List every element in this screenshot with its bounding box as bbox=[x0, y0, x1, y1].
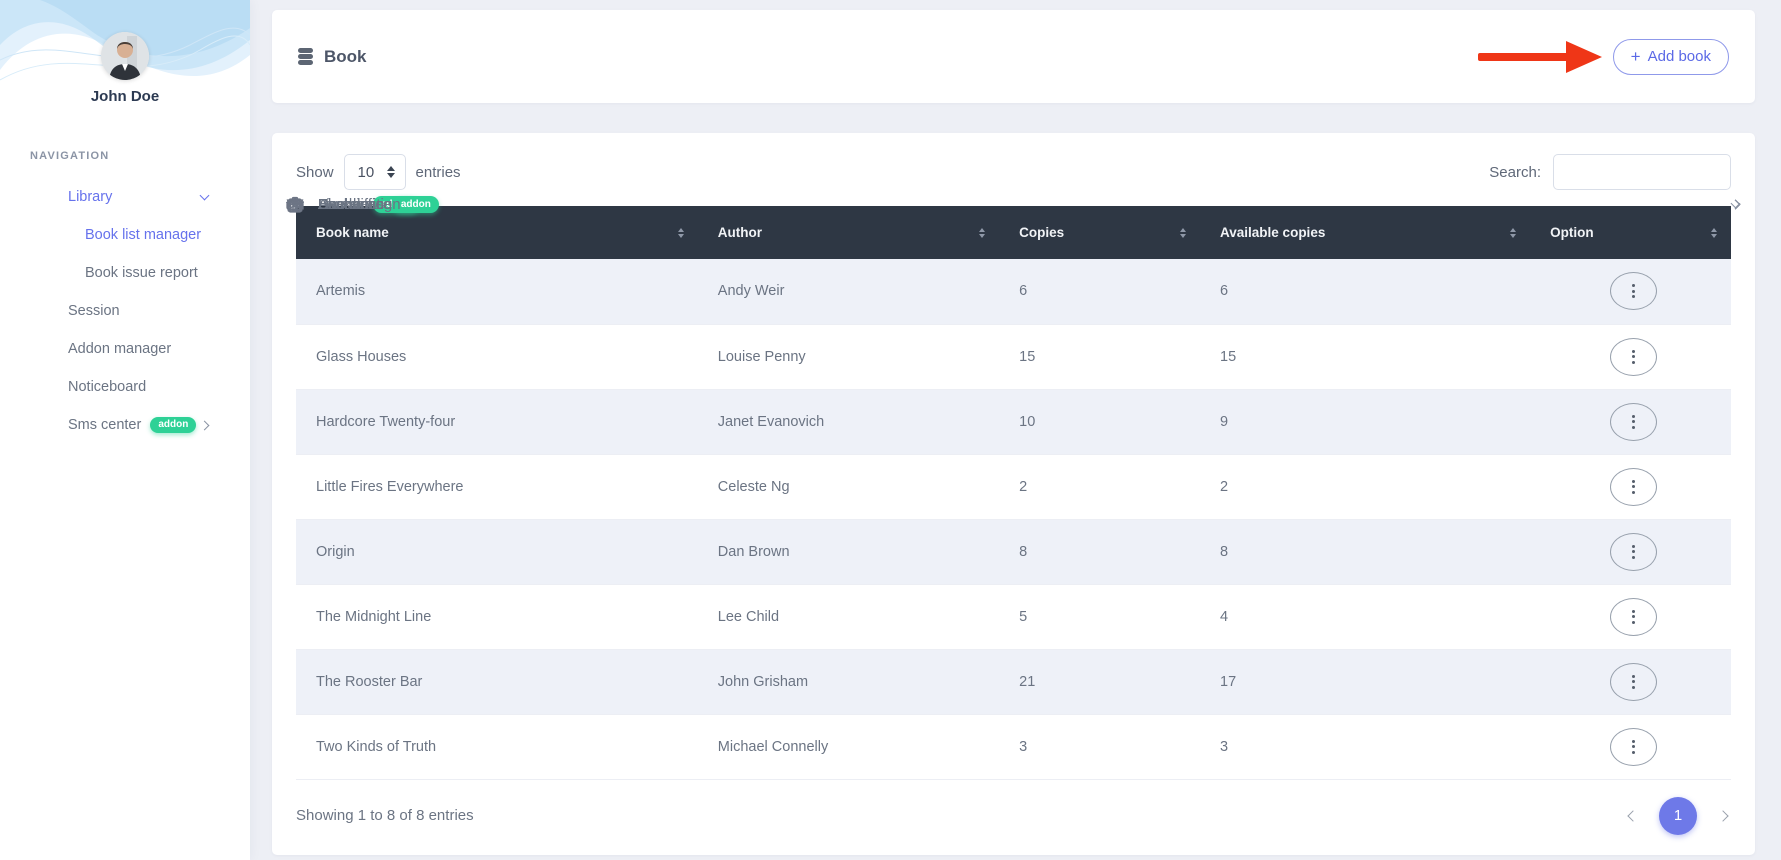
cell-book-name: Little Fires Everywhere bbox=[296, 454, 698, 520]
sidebar-item-label: Noticeboard bbox=[68, 379, 147, 395]
book-table: Book name Author Copies Available copies… bbox=[296, 206, 1731, 780]
row-options-button[interactable] bbox=[1610, 662, 1658, 701]
cell-book-name: The Midnight Line bbox=[296, 584, 698, 650]
sidebar-item-label: Back office bbox=[318, 196, 392, 213]
next-page-icon[interactable] bbox=[1717, 809, 1729, 822]
cell-book-name: Artemis bbox=[296, 259, 698, 325]
table-row: Origin Dan Brown 8 8 bbox=[296, 519, 1731, 585]
basket-icon bbox=[286, 196, 304, 214]
database-stack-icon bbox=[298, 48, 313, 65]
pagination: 1 bbox=[1627, 796, 1731, 835]
cell-copies: 2 bbox=[999, 454, 1201, 520]
row-options-button[interactable] bbox=[1610, 272, 1658, 311]
main-content: Book + Add book Show 10 entries Search: bbox=[250, 0, 1781, 860]
addon-badge: addon bbox=[150, 416, 197, 434]
table-row: Artemis Andy Weir 6 6 bbox=[296, 259, 1731, 325]
table-row: Glass Houses Louise Penny 15 15 bbox=[296, 324, 1731, 390]
page-number-button[interactable]: 1 bbox=[1659, 796, 1697, 835]
cell-author: Lee Child bbox=[697, 584, 1000, 650]
entries-summary: Showing 1 to 8 of 8 entries bbox=[296, 807, 474, 824]
row-options-button[interactable] bbox=[1610, 727, 1658, 766]
cell-author: John Grisham bbox=[697, 649, 1000, 715]
cell-book-name: The Rooster Bar bbox=[296, 649, 698, 715]
sidebar-item-book-list-manager[interactable]: Book list manager bbox=[0, 216, 250, 254]
cell-copies: 3 bbox=[999, 714, 1201, 780]
add-book-button[interactable]: + Add book bbox=[1612, 38, 1729, 75]
chevron-right-icon bbox=[199, 420, 210, 430]
cell-book-name: Glass Houses bbox=[296, 324, 698, 390]
cell-author: Michael Connelly bbox=[697, 714, 1000, 780]
table-row: Hardcore Twenty-four Janet Evanovich 10 … bbox=[296, 389, 1731, 455]
kebab-menu-icon bbox=[1632, 674, 1636, 689]
kebab-menu-icon bbox=[1632, 479, 1636, 494]
cell-available-copies: 15 bbox=[1200, 324, 1531, 390]
row-options-button[interactable] bbox=[1610, 337, 1658, 376]
plus-icon: + bbox=[1630, 47, 1641, 66]
kebab-menu-icon bbox=[1632, 414, 1636, 429]
table-row: The Midnight Line Lee Child 5 4 bbox=[296, 584, 1731, 650]
cell-available-copies: 4 bbox=[1200, 584, 1531, 650]
cell-available-copies: 6 bbox=[1200, 259, 1531, 325]
cell-copies: 6 bbox=[999, 259, 1201, 325]
cell-copies: 15 bbox=[999, 324, 1201, 390]
user-avatar[interactable] bbox=[101, 32, 149, 80]
cell-book-name: Two Kinds of Truth bbox=[296, 714, 698, 780]
sidebar-item-label: Book issue report bbox=[85, 265, 198, 281]
cell-author: Dan Brown bbox=[697, 519, 1000, 585]
table-footer: Showing 1 to 8 of 8 entries 1 bbox=[296, 794, 1731, 838]
sidebar-item-label: Addon manager bbox=[68, 341, 172, 357]
cell-book-name: Hardcore Twenty-four bbox=[296, 389, 698, 455]
kebab-menu-icon bbox=[1632, 284, 1636, 299]
cell-copies: 10 bbox=[999, 389, 1201, 455]
sidebar-item-sms-center[interactable]: Sms center addon bbox=[0, 406, 250, 444]
cell-book-name: Origin bbox=[296, 519, 698, 585]
cell-available-copies: 3 bbox=[1200, 714, 1531, 780]
chevron-down-icon bbox=[1730, 198, 1741, 208]
sidebar-item-addon-manager[interactable]: Addon manager bbox=[0, 330, 250, 368]
page-title: Book bbox=[324, 46, 367, 66]
cell-available-copies: 2 bbox=[1200, 454, 1531, 520]
sidebar-item-session[interactable]: Session bbox=[0, 292, 250, 330]
previous-page-icon[interactable] bbox=[1627, 809, 1639, 822]
cell-copies: 5 bbox=[999, 584, 1201, 650]
cell-available-copies: 8 bbox=[1200, 519, 1531, 585]
row-options-button[interactable] bbox=[1610, 467, 1658, 506]
table-row: Two Kinds of Truth Michael Connelly 3 3 bbox=[296, 714, 1731, 780]
add-book-button-label: Add book bbox=[1647, 48, 1711, 65]
cell-author: Celeste Ng bbox=[697, 454, 1000, 520]
row-options-button[interactable] bbox=[1610, 402, 1658, 441]
nav-section-label: NAVIGATION bbox=[30, 150, 110, 162]
up-down-stepper-icon bbox=[386, 166, 395, 178]
row-options-button[interactable] bbox=[1610, 532, 1658, 571]
page-header-card: Book + Add book bbox=[272, 10, 1755, 103]
sidebar-item-label: Session bbox=[68, 303, 120, 319]
cell-copies: 21 bbox=[999, 649, 1201, 715]
red-arrow-annotation bbox=[1477, 40, 1602, 73]
cell-available-copies: 17 bbox=[1200, 649, 1531, 715]
sidebar-nav: Dashboard Users Alumni addon Academic bbox=[0, 178, 1741, 444]
cell-author: Andy Weir bbox=[697, 259, 1000, 325]
sidebar-item-label: Book list manager bbox=[85, 227, 202, 243]
row-options-button[interactable] bbox=[1610, 597, 1658, 636]
sidebar-item-library[interactable]: Library bbox=[0, 178, 250, 216]
table-row: The Rooster Bar John Grisham 21 17 bbox=[296, 649, 1731, 715]
chevron-down-icon bbox=[199, 190, 210, 201]
kebab-menu-icon bbox=[1632, 544, 1636, 559]
table-row: Little Fires Everywhere Celeste Ng 2 2 bbox=[296, 454, 1731, 520]
cell-available-copies: 9 bbox=[1200, 389, 1531, 455]
user-name: John Doe bbox=[90, 88, 160, 105]
cell-copies: 8 bbox=[999, 519, 1201, 585]
kebab-menu-icon bbox=[1632, 349, 1636, 364]
sidebar-item-label: Sms center bbox=[68, 417, 142, 433]
kebab-menu-icon bbox=[1632, 739, 1636, 754]
sidebar-item-back-office[interactable]: Back office bbox=[250, 178, 1781, 231]
sidebar-item-book-issue-report[interactable]: Book issue report bbox=[0, 254, 250, 292]
sidebar-item-label: Library bbox=[68, 189, 113, 205]
book-table-card: Show 10 entries Search: Book name Author… bbox=[272, 133, 1755, 855]
kebab-menu-icon bbox=[1632, 609, 1636, 624]
sidebar: John Doe NAVIGATION Dashboard Users Alum… bbox=[0, 0, 1741, 860]
cell-author: Janet Evanovich bbox=[697, 389, 1000, 455]
cell-author: Louise Penny bbox=[697, 324, 1000, 390]
sidebar-item-noticeboard[interactable]: Noticeboard bbox=[0, 368, 250, 406]
